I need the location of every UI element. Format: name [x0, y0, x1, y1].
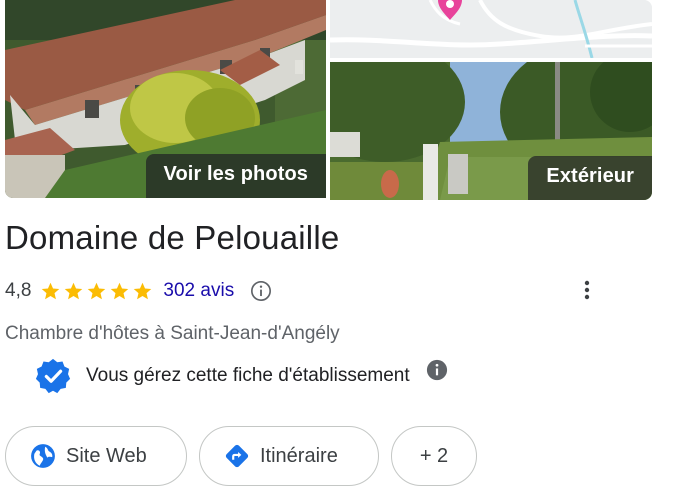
exterior-photo[interactable]: Extérieur [330, 62, 652, 200]
view-photos-label: Voir les photos [145, 154, 326, 198]
place-title: Domaine de Pelouaille [5, 219, 340, 256]
exterior-label: Extérieur [528, 156, 652, 200]
info-filled-icon[interactable] [426, 359, 448, 381]
globe-icon [31, 444, 55, 468]
info-outline-icon[interactable] [250, 280, 272, 302]
star-rating [40, 281, 153, 302]
rating-row: 4,8 302 avis [5, 276, 272, 306]
verified-badge-icon [35, 358, 71, 394]
map-image [330, 0, 652, 58]
star-icon [42, 282, 60, 299]
website-button[interactable]: Site Web [5, 426, 187, 486]
directions-button[interactable]: Itinéraire [199, 426, 379, 486]
more-actions-button[interactable]: + 2 [391, 426, 477, 486]
place-panel: Voir les photos Extérieur Domaine de Pel… [0, 0, 700, 500]
map-thumbnail[interactable] [330, 0, 652, 58]
directions-label: Itinéraire [260, 444, 338, 467]
star-icon [111, 282, 129, 299]
website-label: Site Web [66, 444, 147, 467]
reviews-link[interactable]: 302 avis [163, 280, 234, 302]
star-icon [134, 282, 152, 299]
star-icon [65, 282, 83, 299]
directions-icon [225, 444, 249, 468]
more-options-button[interactable] [577, 276, 597, 304]
more-vert-icon [584, 280, 590, 300]
verified-owner-text: Vous gérez cette fiche d'établissement [86, 365, 410, 386]
rating-value: 4,8 [5, 280, 32, 301]
main-photo[interactable]: Voir les photos [5, 0, 326, 198]
more-actions-label: + 2 [419, 444, 449, 467]
star-icon [88, 282, 106, 299]
verified-owner-row: Vous gérez cette fiche d'établissement [34, 356, 448, 396]
place-category: Chambre d'hôtes à Saint-Jean-d'Angély [5, 323, 340, 344]
action-buttons: Site Web Itinéraire + 2 [5, 426, 477, 486]
map-pin-icon [438, 0, 462, 20]
